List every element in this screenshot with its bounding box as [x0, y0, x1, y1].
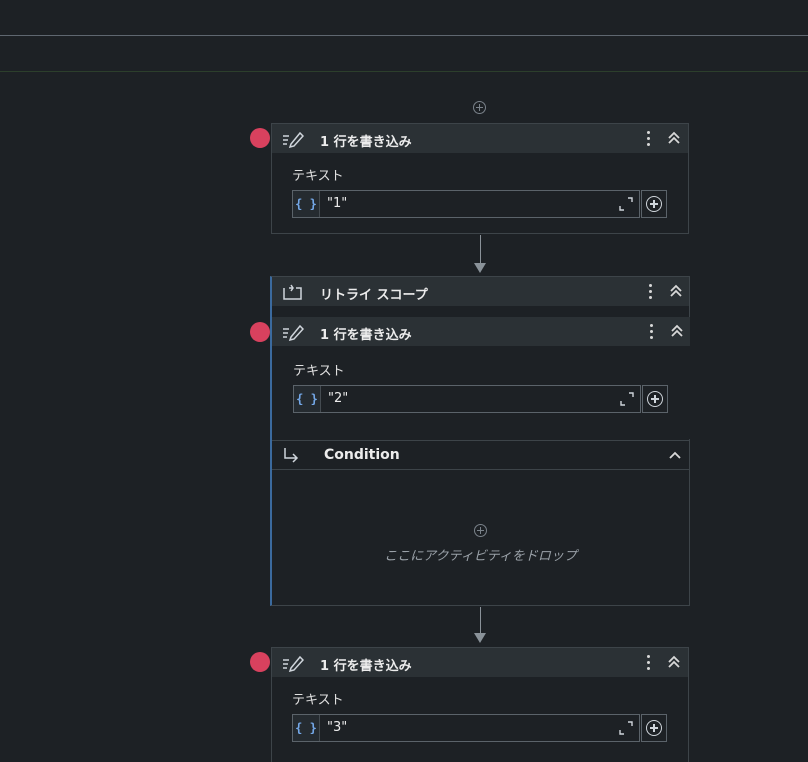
condition-arrow-icon [284, 448, 299, 463]
collapse-icon[interactable] [668, 283, 684, 299]
expression-icon[interactable]: { } [293, 191, 320, 217]
text-input-value: "1" [327, 196, 348, 211]
workflow-canvas: 1 行を書き込み テキスト { } "1" リトライ スコープ 1 行を書き込み… [0, 0, 808, 762]
activity-title: 1 行を書き込み [320, 659, 412, 674]
condition-section-header[interactable]: Condition [272, 440, 689, 470]
sequence-connector [480, 607, 481, 633]
breakpoint-marker[interactable] [250, 652, 270, 672]
retry-scope-title: リトライ スコープ [320, 288, 428, 303]
add-variable-button[interactable] [641, 714, 667, 742]
text-input[interactable]: { } "2" [293, 385, 641, 413]
add-variable-button[interactable] [641, 190, 667, 218]
text-field-label: テキスト [292, 693, 344, 708]
plus-circle-icon [647, 391, 663, 407]
add-variable-button[interactable] [642, 385, 668, 413]
canvas-top-divider [0, 71, 808, 72]
breakpoint-marker[interactable] [250, 128, 270, 148]
collapse-icon[interactable] [666, 130, 682, 146]
sequence-connector [480, 235, 481, 263]
breakpoint-marker[interactable] [250, 322, 270, 342]
retry-scope-header[interactable]: リトライ スコープ [272, 277, 689, 306]
write-line-icon [283, 655, 304, 672]
more-options-icon[interactable] [647, 322, 657, 342]
text-input-value: "2" [328, 391, 349, 406]
drop-activity-placeholder: ここにアクティビティをドロップ [384, 549, 577, 564]
chevron-up-icon[interactable] [667, 447, 683, 463]
activity-header[interactable]: 1 行を書き込み [272, 317, 690, 346]
add-activity-icon[interactable] [474, 524, 487, 537]
activity-title: 1 行を書き込み [320, 328, 412, 343]
activity-card-write-line-3[interactable]: 1 行を書き込み テキスト { } "3" [271, 647, 689, 762]
more-options-icon[interactable] [644, 653, 654, 673]
expand-editor-icon[interactable] [619, 721, 633, 735]
expand-editor-icon[interactable] [619, 197, 633, 211]
collapse-icon[interactable] [669, 323, 685, 339]
condition-label: Condition [324, 447, 400, 463]
expression-icon[interactable]: { } [294, 386, 321, 412]
arrow-down-icon [474, 263, 486, 273]
text-field-label: テキスト [293, 364, 345, 379]
activity-card-write-line-1[interactable]: 1 行を書き込み テキスト { } "1" [271, 123, 689, 234]
arrow-down-icon [474, 633, 486, 643]
retry-scope-container[interactable]: リトライ スコープ 1 行を書き込み テキスト {} "2" Conditio… [270, 276, 690, 606]
text-field-label: テキスト [292, 169, 344, 184]
text-input[interactable]: { } "3" [292, 714, 640, 742]
collapse-icon[interactable] [666, 654, 682, 670]
add-activity-icon[interactable] [473, 101, 486, 114]
write-line-icon [283, 131, 304, 148]
activity-header[interactable]: 1 行を書き込み [272, 124, 688, 153]
plus-circle-icon [646, 196, 662, 212]
activity-title: 1 行を書き込み [320, 135, 412, 150]
text-input-value: "3" [327, 720, 348, 735]
expression-icon[interactable]: { } [293, 715, 320, 741]
activity-header[interactable]: 1 行を書き込み [272, 648, 688, 677]
more-options-icon[interactable] [646, 282, 656, 302]
more-options-icon[interactable] [644, 129, 654, 149]
activity-card-write-line-2[interactable]: 1 行を書き込み テキスト { } "2" [272, 317, 690, 439]
retry-scope-icon [283, 284, 302, 300]
plus-circle-icon [646, 720, 662, 736]
toolbar-divider [0, 35, 808, 36]
expand-editor-icon[interactable] [620, 392, 634, 406]
write-line-icon [283, 324, 304, 341]
text-input[interactable]: { } "1" [292, 190, 640, 218]
